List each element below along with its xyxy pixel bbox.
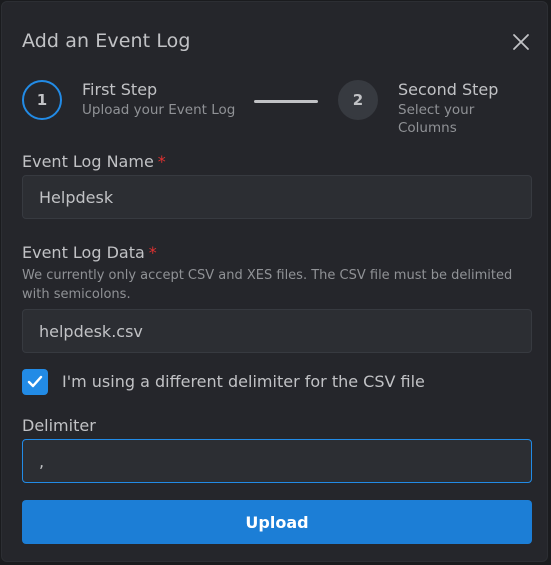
step-1[interactable]: First Step Upload your Event Log — [82, 80, 235, 119]
step-1-description: Upload your Event Log — [82, 102, 236, 118]
step-1-indicator[interactable]: 1 — [22, 80, 62, 120]
modal-title: Add an Event Log — [22, 30, 191, 52]
event-log-data-description: We currently only accept CSV and XES fil… — [22, 268, 513, 302]
add-event-log-modal: Add an Event Log 1 First Step Upload you… — [1, 1, 548, 562]
event-log-file-input[interactable]: helpdesk.csv — [22, 309, 532, 353]
step-2-indicator[interactable]: 2 — [338, 80, 378, 120]
event-log-name-input[interactable]: Helpdesk — [22, 175, 532, 219]
delimiter-input[interactable]: , — [22, 439, 532, 483]
step-separator — [254, 100, 318, 103]
delimiter-value: , — [39, 451, 45, 471]
step-1-label: First Step — [82, 80, 158, 99]
close-button[interactable] — [507, 28, 535, 56]
event-log-file-value: helpdesk.csv — [39, 321, 143, 341]
close-icon — [513, 34, 529, 50]
upload-button[interactable]: Upload — [22, 500, 532, 544]
stepper: 1 First Step Upload your Event Log 2 Sec… — [22, 80, 532, 136]
event-log-data-label-text: Event Log Data — [22, 243, 145, 262]
required-asterisk: * — [157, 152, 166, 171]
required-asterisk: * — [148, 243, 157, 262]
event-log-name-label-text: Event Log Name — [22, 152, 154, 171]
step-2[interactable]: Second Step Select your Columns — [398, 80, 532, 137]
check-icon — [27, 375, 43, 388]
event-log-name-value: Helpdesk — [39, 187, 114, 207]
event-log-name-label: Event Log Name * — [22, 152, 166, 171]
step-2-description: Select your Columns — [398, 102, 475, 136]
delimiter-label: Delimiter — [22, 416, 96, 435]
custom-delimiter-checkbox[interactable] — [22, 369, 48, 395]
event-log-data-label: Event Log Data * — [22, 243, 157, 262]
custom-delimiter-label[interactable]: I'm using a different delimiter for the … — [62, 372, 425, 391]
step-2-label: Second Step — [398, 80, 499, 99]
